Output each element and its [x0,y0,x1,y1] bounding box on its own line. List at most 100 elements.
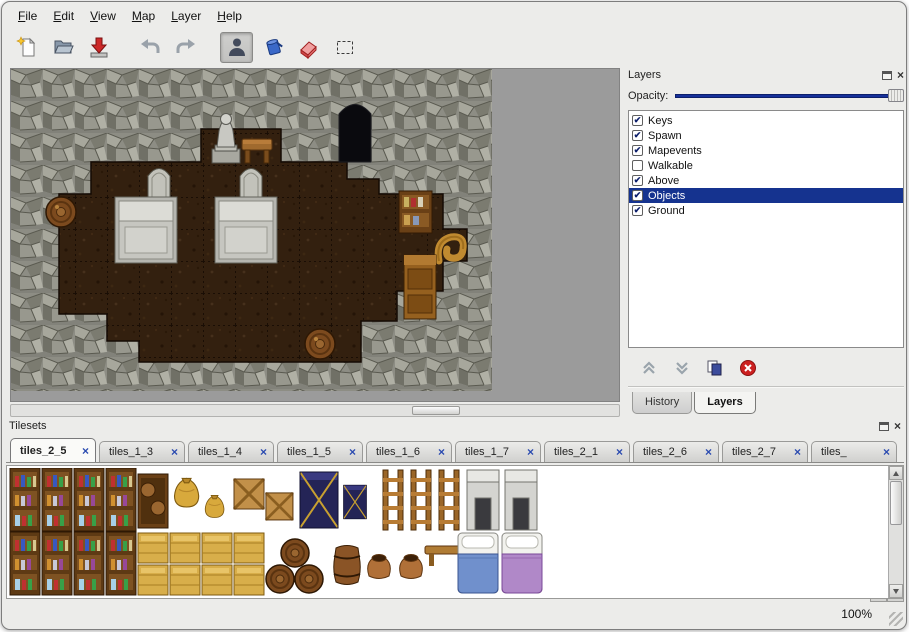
tab-close-icon[interactable]: × [705,447,712,457]
layer-raise-button[interactable] [640,360,658,376]
tileset-vscrollbar-thumb[interactable] [890,481,902,525]
tileset-tabbar: tiles_2_5×tiles_1_3×tiles_1_4×tiles_1_5×… [6,437,904,463]
tab-close-icon[interactable]: × [171,447,178,457]
stamp-tool-button[interactable] [220,32,253,63]
tab-close-icon[interactable]: × [82,446,89,456]
menu-layer[interactable]: Layer [163,6,209,26]
layer-visibility-checkbox[interactable]: ✔ [632,130,643,141]
tab-close-icon[interactable]: × [260,447,267,457]
layer-visibility-checkbox[interactable]: ✔ [632,175,643,186]
tileset-tab-tiles_2_6[interactable]: tiles_2_6 × [633,441,719,462]
panel-float-icon[interactable] [882,71,892,80]
panel-close-icon[interactable]: × [894,422,901,431]
layer-visibility-checkbox[interactable] [632,160,643,171]
map-gravestone-2 [240,169,262,201]
map-canvas[interactable] [10,68,620,402]
tileset-vscrollbar[interactable] [888,466,903,598]
select-tool-button[interactable] [328,32,361,63]
tileset-tab-tiles_1_4[interactable]: tiles_1_4× [188,441,274,462]
tileset-tab-tiles_1_5[interactable]: tiles_1_5× [277,441,363,462]
lower-layer-icon [673,360,691,376]
tileset-tab-tiles_1_6[interactable]: tiles_1_6 × [366,441,452,462]
map-hscrollbar-thumb[interactable] [412,406,460,415]
menu-file[interactable]: File [10,6,45,26]
map-hscrollbar[interactable] [10,404,620,417]
select-tool-icon [333,35,357,59]
menu-help[interactable]: Help [209,6,250,26]
tab-close-icon[interactable]: × [616,447,623,457]
resize-grip[interactable] [889,612,903,626]
tab-close-icon[interactable]: × [794,447,801,457]
layer-visibility-checkbox[interactable]: ✔ [632,205,643,216]
layer-delete-button[interactable] [739,359,757,377]
tileset-tab-tiles_2_5[interactable]: tiles_2_5 × [10,438,96,462]
tab-close-icon[interactable]: × [527,447,534,457]
opacity-slider-handle[interactable] [888,89,904,102]
tileset-tab-label: tiles_1_3 [109,446,153,458]
menu-view[interactable]: View [82,6,124,26]
layer-name: Keys [648,115,672,127]
layers-panel: Layers × Opacity: ✔ Keys ✔ Spawn✔MapeventsW… [628,68,904,414]
layer-row-objects[interactable]: ✔Objects [629,188,903,203]
layer-row-walkable[interactable]: Walkable [629,158,903,173]
tileset-tab-label: tiles_2_6 [643,446,687,458]
tab-close-icon[interactable]: × [438,447,445,457]
tileset-tab-tiles_1_7[interactable]: tiles_1_7× [455,441,541,462]
fill-tool-button[interactable] [256,32,289,63]
panel-divider [628,386,904,388]
map-render[interactable] [11,69,492,391]
open-button[interactable] [46,32,79,63]
layers-panel-tabs: HistoryLayers [632,392,758,414]
tileset-render[interactable] [9,468,545,596]
scroll-down-button[interactable] [889,584,903,598]
save-button[interactable] [82,32,115,63]
tileset-view[interactable] [6,465,904,599]
tileset-tab-tiles_2_7[interactable]: tiles_2_7 × [722,441,808,462]
tileset-tab-label: tiles_2_5 [20,445,66,457]
opacity-slider-track[interactable] [675,94,904,98]
redo-button[interactable] [169,32,202,63]
tilesets-panel: Tilesets × tiles_2_5×tiles_1_3×tiles_1_4… [6,419,904,603]
tileset-tab-tiles_2_1[interactable]: tiles_2_1× [544,441,630,462]
stamp-tool-icon [225,35,249,59]
layer-duplicate-button[interactable] [706,360,724,376]
eraser-tool-button[interactable] [292,32,325,63]
tileset-tab-label: tiles_1_6 [376,446,420,458]
save-icon [87,35,111,59]
layer-row-ground[interactable]: ✔ Ground [629,203,903,218]
panel-float-icon[interactable] [879,422,889,431]
layer-name: Spawn [648,130,682,142]
layers-panel-title: Layers [628,69,661,81]
undo-icon [138,35,162,59]
layer-name: Ground [648,205,685,217]
new-file-icon [15,35,39,59]
layer-visibility-checkbox[interactable]: ✔ [632,145,643,156]
tileset-tab-tiles_1_3[interactable]: tiles_1_3 × [99,441,185,462]
layer-lower-button[interactable] [673,360,691,376]
tileset-tab-label: tiles_2_7 [732,446,776,458]
new-button[interactable] [10,32,43,63]
duplicate-layer-icon [706,360,724,376]
layer-row-mapevents[interactable]: ✔Mapevents [629,143,903,158]
layer-name: Above [648,175,679,187]
menu-map[interactable]: Map [124,6,163,26]
tab-close-icon[interactable]: × [349,447,356,457]
down-arrow-icon [893,589,899,594]
panel-close-icon[interactable]: × [897,71,904,80]
layer-row-spawn[interactable]: ✔ Spawn [629,128,903,143]
tileset-tab-tiles_[interactable]: tiles_× [811,441,897,462]
layer-row-keys[interactable]: ✔ Keys [629,113,903,128]
dock-tab-layers[interactable]: Layers [694,392,755,414]
tab-close-icon[interactable]: × [883,447,890,457]
up-arrow-icon [893,471,899,476]
scroll-up-button[interactable] [889,466,903,480]
opacity-label: Opacity: [628,90,668,102]
undo-button[interactable] [133,32,166,63]
menu-edit[interactable]: Edit [45,6,82,26]
opacity-slider[interactable] [675,89,904,103]
layer-row-above[interactable]: ✔ Above [629,173,903,188]
layer-visibility-checkbox[interactable]: ✔ [632,115,643,126]
zoom-level: 100% [841,607,872,621]
dock-tab-history[interactable]: History [632,392,692,414]
layer-visibility-checkbox[interactable]: ✔ [632,190,643,201]
